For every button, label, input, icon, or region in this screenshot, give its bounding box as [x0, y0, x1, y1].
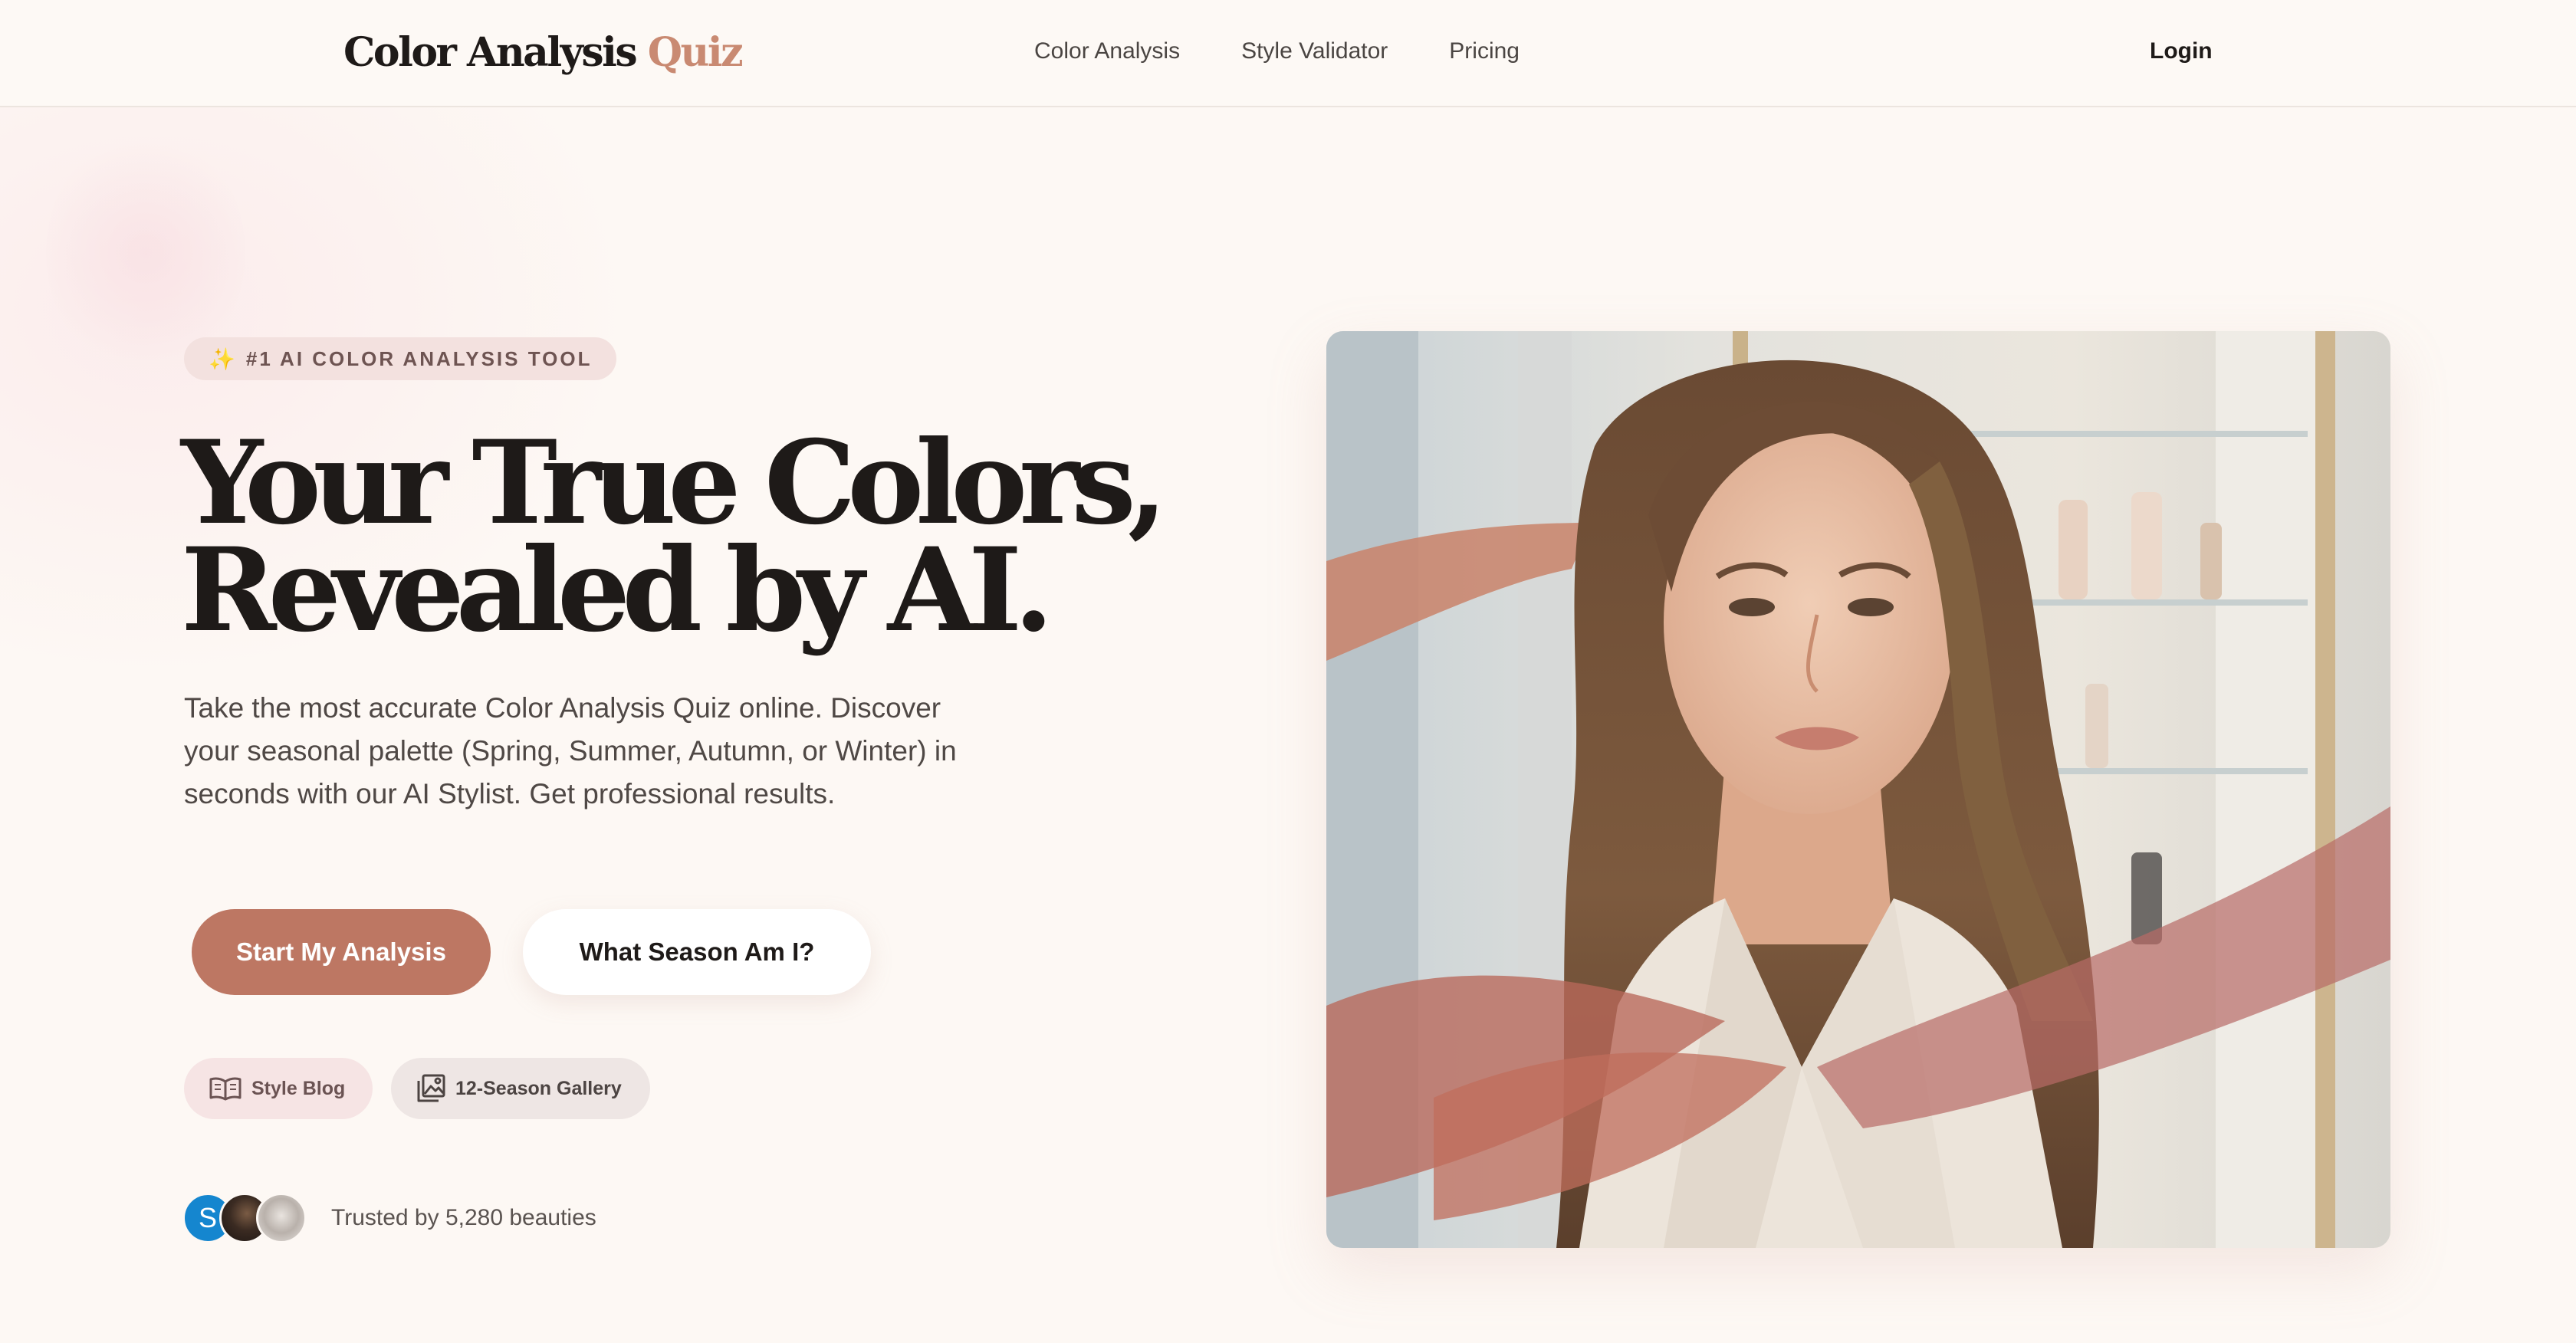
logo-accent-text: Quiz [647, 29, 744, 76]
what-season-button[interactable]: What Season Am I? [523, 909, 871, 995]
hero-description: Take the most accurate Color Analysis Qu… [184, 692, 957, 809]
avatar-initial: S [198, 1202, 217, 1233]
season-gallery-chip[interactable]: 12-Season Gallery [391, 1058, 650, 1119]
hero-badge: ✨ #1 AI COLOR ANALYSIS TOOL [184, 337, 617, 380]
style-blog-chip[interactable]: Style Blog [184, 1058, 373, 1119]
logo[interactable]: Color Analysis Quiz [343, 29, 744, 76]
page: Color Analysis Quiz Color Analysis Style… [0, 0, 2576, 1343]
avatar-group: S [182, 1193, 308, 1243]
logo-main-text: Color Analysis [343, 29, 638, 76]
book-icon [209, 1077, 242, 1101]
avatar [256, 1193, 307, 1243]
login-link[interactable]: Login [2150, 38, 2213, 64]
site-header: Color Analysis Quiz Color Analysis Style… [0, 0, 2576, 107]
portrait-illustration [1326, 331, 2390, 1248]
nav-link-pricing[interactable]: Pricing [1449, 38, 1520, 64]
hero-portrait-image [1326, 331, 2390, 1248]
trust-text: Trusted by 5,280 beauties [331, 1205, 596, 1230]
style-blog-label: Style Blog [251, 1077, 346, 1099]
season-gallery-label: 12-Season Gallery [455, 1077, 622, 1099]
hero-headline-line-2: Revealed by AI. [181, 523, 1053, 658]
hero-headline-line-1: Your True Colors, [181, 415, 1168, 550]
gallery-icon [417, 1074, 445, 1102]
hero-headline: Your True Colors, Revealed by AI. [181, 415, 1168, 658]
sparkle-icon: ✨ [209, 346, 235, 371]
nav-link-color-analysis[interactable]: Color Analysis [1034, 38, 1180, 64]
hero-badge-text: #1 AI COLOR ANALYSIS TOOL [245, 346, 593, 370]
nav-link-style-validator[interactable]: Style Validator [1241, 38, 1388, 64]
start-analysis-button[interactable]: Start My Analysis [192, 909, 491, 995]
main-nav: Color Analysis Style Validator Pricing [1034, 38, 1520, 64]
